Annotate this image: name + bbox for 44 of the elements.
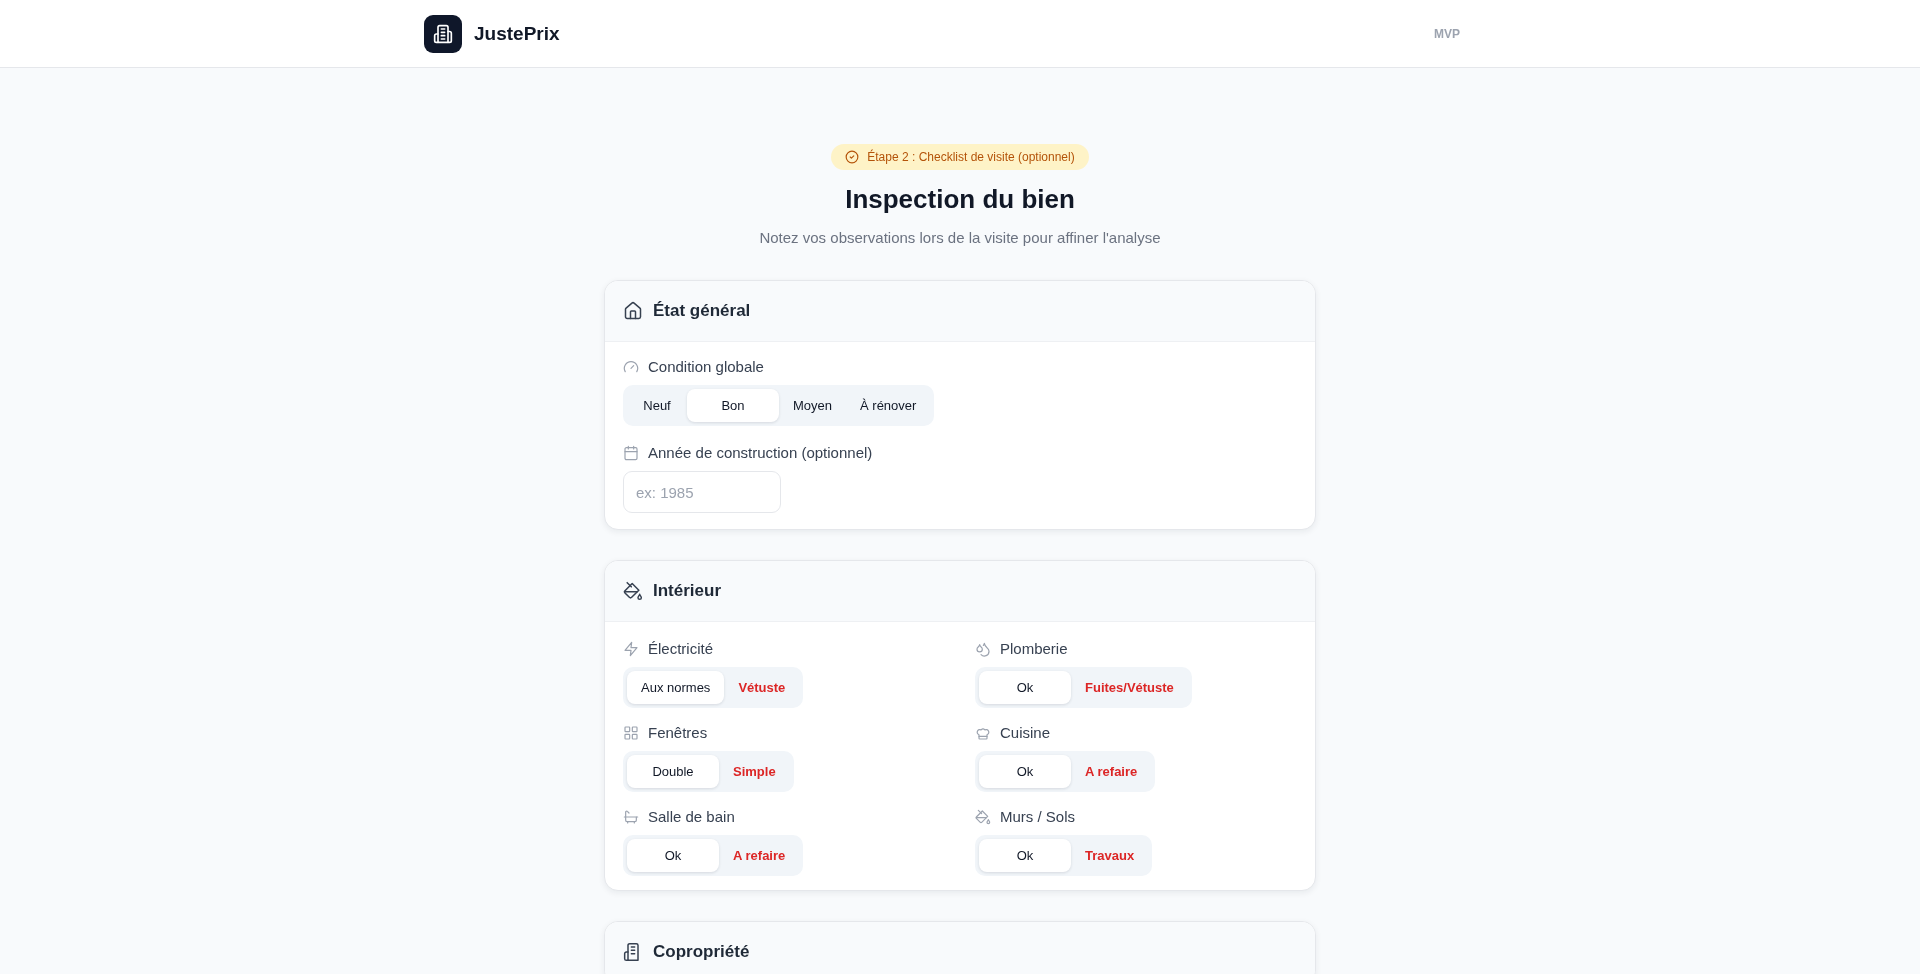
section-title: Copropriété	[653, 942, 750, 962]
field-label: Condition globale	[648, 358, 764, 375]
calendar-icon	[623, 444, 639, 461]
field-label: Salle de bain	[648, 808, 735, 825]
paint-bucket-icon	[623, 581, 643, 601]
option-button[interactable]: Fuites/Vétuste	[1071, 671, 1188, 704]
paint-bucket-icon	[975, 808, 991, 825]
option-button[interactable]: A refaire	[719, 839, 800, 872]
check-circle-icon	[845, 150, 860, 164]
option-button[interactable]: Double	[627, 755, 719, 788]
lightning-icon	[623, 640, 639, 657]
field-label: Cuisine	[1000, 724, 1051, 741]
grid-icon	[623, 724, 639, 741]
option-button[interactable]: Vétuste	[724, 671, 800, 704]
option-button[interactable]: A refaire	[1071, 755, 1152, 788]
option-button[interactable]: Simple	[719, 755, 790, 788]
field-label: Fenêtres	[648, 724, 708, 741]
section-title: État général	[653, 301, 751, 321]
bathtub-icon	[623, 808, 639, 825]
field-label: Murs / Sols	[1000, 808, 1075, 825]
option-button[interactable]: Travaux	[1071, 839, 1149, 872]
option-button[interactable]: Ok	[979, 755, 1071, 788]
option-button[interactable]: À rénover	[846, 389, 931, 422]
option-button[interactable]: Neuf	[627, 389, 687, 422]
option-button[interactable]: Ok	[979, 671, 1071, 704]
field-label: Année de construction (optionnel)	[648, 444, 873, 461]
version-label: MVP	[1434, 26, 1460, 41]
building-logo-icon	[424, 14, 462, 53]
section-title: Intérieur	[653, 581, 722, 601]
option-button[interactable]: Ok	[627, 839, 719, 872]
droplets-icon	[975, 640, 991, 657]
field-label: Électricité	[648, 640, 714, 657]
gauge-icon	[623, 358, 639, 375]
field-label: Plomberie	[1000, 640, 1068, 657]
option-button[interactable]: Ok	[979, 839, 1071, 872]
page-title: Inspection du bien	[845, 184, 1075, 215]
house-icon	[623, 301, 643, 321]
option-button[interactable]: Aux normes	[627, 671, 725, 704]
year-input-field[interactable]: ex: 1985	[623, 471, 781, 513]
option-button[interactable]: Moyen	[779, 389, 847, 422]
brand-name[interactable]: JustePrix	[474, 22, 560, 45]
page-subtitle: Notez vos observations lors de la visite pour affiner l'analyse	[759, 229, 1161, 246]
step-label: Étape 2 : Checklist de visite (optionnel)	[867, 150, 1075, 164]
option-button[interactable]: Bon	[687, 389, 779, 422]
